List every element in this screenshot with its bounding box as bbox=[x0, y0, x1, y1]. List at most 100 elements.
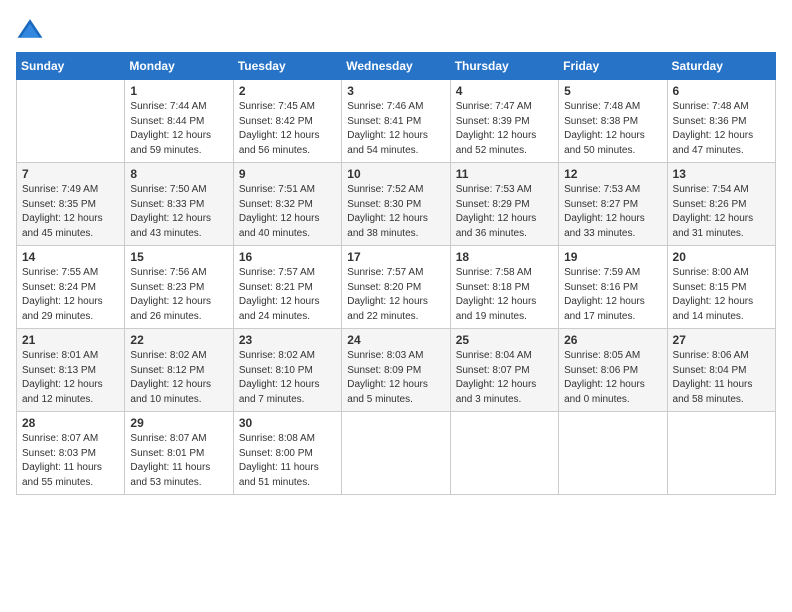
day-number: 21 bbox=[22, 333, 119, 347]
day-info: Sunrise: 8:08 AMSunset: 8:00 PMDaylight:… bbox=[239, 432, 336, 490]
day-info: Sunrise: 7:56 AMSunset: 8:23 PMDaylight:… bbox=[130, 266, 227, 324]
calendar-week-row: 7 Sunrise: 7:49 AMSunset: 8:35 PMDaylight… bbox=[17, 163, 776, 246]
day-number: 9 bbox=[239, 167, 336, 181]
calendar-header-row: SundayMondayTuesdayWednesdayThursdayFrid… bbox=[17, 53, 776, 80]
calendar-cell: 21Sunrise: 8:01 AMSunset: 8:13 PMDayligh… bbox=[17, 329, 125, 412]
calendar-cell bbox=[559, 412, 667, 495]
header-thursday: Thursday bbox=[450, 53, 558, 80]
day-info: Sunrise: 7:53 AMSunset: 8:29 PMDaylight:… bbox=[456, 183, 553, 241]
day-info: Sunrise: 7:45 AMSunset: 8:42 PMDaylight:… bbox=[239, 100, 336, 158]
day-number: 4 bbox=[456, 84, 553, 98]
calendar-week-row: 21Sunrise: 8:01 AMSunset: 8:13 PMDayligh… bbox=[17, 329, 776, 412]
calendar-cell: 27 Sunrise: 8:06 AMSunset: 8:04 PMDayligh… bbox=[667, 329, 775, 412]
day-info: Sunrise: 7:44 AMSunset: 8:44 PMDaylight:… bbox=[130, 100, 227, 158]
day-number: 12 bbox=[564, 167, 661, 181]
calendar-cell bbox=[342, 412, 450, 495]
day-number: 7 bbox=[22, 167, 119, 181]
day-number: 11 bbox=[456, 167, 553, 181]
day-info: Sunrise: 7:46 AMSunset: 8:41 PMDaylight:… bbox=[347, 100, 444, 158]
calendar-cell: 7 Sunrise: 7:49 AMSunset: 8:35 PMDaylight… bbox=[17, 163, 125, 246]
calendar-table: SundayMondayTuesdayWednesdayThursdayFrid… bbox=[16, 52, 776, 495]
header-wednesday: Wednesday bbox=[342, 53, 450, 80]
calendar-cell: 12 Sunrise: 7:53 AMSunset: 8:27 PMDayligh… bbox=[559, 163, 667, 246]
calendar-cell: 4 Sunrise: 7:47 AMSunset: 8:39 PMDaylight… bbox=[450, 80, 558, 163]
calendar-cell: 5Sunrise: 7:48 AMSunset: 8:38 PMDaylight… bbox=[559, 80, 667, 163]
day-info: Sunrise: 8:03 AMSunset: 8:09 PMDaylight:… bbox=[347, 349, 444, 407]
day-info: Sunrise: 7:49 AMSunset: 8:35 PMDaylight:… bbox=[22, 183, 119, 241]
day-info: Sunrise: 8:07 AMSunset: 8:01 PMDaylight:… bbox=[130, 432, 227, 490]
day-info: Sunrise: 7:52 AMSunset: 8:30 PMDaylight:… bbox=[347, 183, 444, 241]
day-number: 30 bbox=[239, 416, 336, 430]
calendar-cell: 26 Sunrise: 8:05 AMSunset: 8:06 PMDayligh… bbox=[559, 329, 667, 412]
calendar-cell: 30 Sunrise: 8:08 AMSunset: 8:00 PMDayligh… bbox=[233, 412, 341, 495]
calendar-cell: 23 Sunrise: 8:02 AMSunset: 8:10 PMDayligh… bbox=[233, 329, 341, 412]
day-number: 16 bbox=[239, 250, 336, 264]
day-number: 13 bbox=[673, 167, 770, 181]
day-info: Sunrise: 7:53 AMSunset: 8:27 PMDaylight:… bbox=[564, 183, 661, 241]
day-number: 8 bbox=[130, 167, 227, 181]
calendar-cell: 17Sunrise: 7:57 AMSunset: 8:20 PMDayligh… bbox=[342, 246, 450, 329]
day-info: Sunrise: 8:02 AMSunset: 8:12 PMDaylight:… bbox=[130, 349, 227, 407]
calendar-cell: 25 Sunrise: 8:04 AMSunset: 8:07 PMDayligh… bbox=[450, 329, 558, 412]
calendar-cell: 14 Sunrise: 7:55 AMSunset: 8:24 PMDayligh… bbox=[17, 246, 125, 329]
day-info: Sunrise: 7:48 AMSunset: 8:36 PMDaylight:… bbox=[673, 100, 770, 158]
calendar-cell: 1Sunrise: 7:44 AMSunset: 8:44 PMDaylight… bbox=[125, 80, 233, 163]
day-info: Sunrise: 8:06 AMSunset: 8:04 PMDaylight:… bbox=[673, 349, 770, 407]
day-info: Sunrise: 8:04 AMSunset: 8:07 PMDaylight:… bbox=[456, 349, 553, 407]
day-info: Sunrise: 8:07 AMSunset: 8:03 PMDaylight:… bbox=[22, 432, 119, 490]
day-number: 22 bbox=[130, 333, 227, 347]
day-number: 24 bbox=[347, 333, 444, 347]
day-number: 14 bbox=[22, 250, 119, 264]
day-info: Sunrise: 7:59 AMSunset: 8:16 PMDaylight:… bbox=[564, 266, 661, 324]
day-number: 15 bbox=[130, 250, 227, 264]
calendar-week-row: 14 Sunrise: 7:55 AMSunset: 8:24 PMDayligh… bbox=[17, 246, 776, 329]
calendar-cell bbox=[450, 412, 558, 495]
calendar-cell: 28 Sunrise: 8:07 AMSunset: 8:03 PMDayligh… bbox=[17, 412, 125, 495]
day-number: 28 bbox=[22, 416, 119, 430]
calendar-cell: 13Sunrise: 7:54 AMSunset: 8:26 PMDayligh… bbox=[667, 163, 775, 246]
logo bbox=[16, 16, 48, 44]
day-info: Sunrise: 8:02 AMSunset: 8:10 PMDaylight:… bbox=[239, 349, 336, 407]
header-friday: Friday bbox=[559, 53, 667, 80]
day-number: 20 bbox=[673, 250, 770, 264]
day-info: Sunrise: 7:57 AMSunset: 8:21 PMDaylight:… bbox=[239, 266, 336, 324]
page-header bbox=[16, 16, 776, 44]
calendar-cell: 19Sunrise: 7:59 AMSunset: 8:16 PMDayligh… bbox=[559, 246, 667, 329]
logo-icon bbox=[16, 16, 44, 44]
calendar-cell: 15 Sunrise: 7:56 AMSunset: 8:23 PMDayligh… bbox=[125, 246, 233, 329]
day-number: 27 bbox=[673, 333, 770, 347]
calendar-cell: 24 Sunrise: 8:03 AMSunset: 8:09 PMDayligh… bbox=[342, 329, 450, 412]
day-number: 29 bbox=[130, 416, 227, 430]
calendar-cell: 11 Sunrise: 7:53 AMSunset: 8:29 PMDayligh… bbox=[450, 163, 558, 246]
calendar-cell: 29 Sunrise: 8:07 AMSunset: 8:01 PMDayligh… bbox=[125, 412, 233, 495]
day-number: 5 bbox=[564, 84, 661, 98]
calendar-cell: 18Sunrise: 7:58 AMSunset: 8:18 PMDayligh… bbox=[450, 246, 558, 329]
calendar-cell: 9 Sunrise: 7:51 AMSunset: 8:32 PMDaylight… bbox=[233, 163, 341, 246]
day-number: 25 bbox=[456, 333, 553, 347]
calendar-cell bbox=[667, 412, 775, 495]
day-info: Sunrise: 7:47 AMSunset: 8:39 PMDaylight:… bbox=[456, 100, 553, 158]
calendar-week-row: 1Sunrise: 7:44 AMSunset: 8:44 PMDaylight… bbox=[17, 80, 776, 163]
header-sunday: Sunday bbox=[17, 53, 125, 80]
calendar-cell: 3 Sunrise: 7:46 AMSunset: 8:41 PMDaylight… bbox=[342, 80, 450, 163]
day-number: 23 bbox=[239, 333, 336, 347]
day-info: Sunrise: 7:55 AMSunset: 8:24 PMDaylight:… bbox=[22, 266, 119, 324]
day-number: 18 bbox=[456, 250, 553, 264]
day-number: 3 bbox=[347, 84, 444, 98]
day-info: Sunrise: 7:50 AMSunset: 8:33 PMDaylight:… bbox=[130, 183, 227, 241]
day-info: Sunrise: 8:00 AMSunset: 8:15 PMDaylight:… bbox=[673, 266, 770, 324]
calendar-cell bbox=[17, 80, 125, 163]
calendar-cell: 16 Sunrise: 7:57 AMSunset: 8:21 PMDayligh… bbox=[233, 246, 341, 329]
day-number: 17 bbox=[347, 250, 444, 264]
day-number: 26 bbox=[564, 333, 661, 347]
calendar-cell: 8 Sunrise: 7:50 AMSunset: 8:33 PMDaylight… bbox=[125, 163, 233, 246]
header-tuesday: Tuesday bbox=[233, 53, 341, 80]
calendar-cell: 6Sunrise: 7:48 AMSunset: 8:36 PMDaylight… bbox=[667, 80, 775, 163]
day-info: Sunrise: 7:51 AMSunset: 8:32 PMDaylight:… bbox=[239, 183, 336, 241]
calendar-cell: 10Sunrise: 7:52 AMSunset: 8:30 PMDayligh… bbox=[342, 163, 450, 246]
day-info: Sunrise: 8:05 AMSunset: 8:06 PMDaylight:… bbox=[564, 349, 661, 407]
day-number: 2 bbox=[239, 84, 336, 98]
header-monday: Monday bbox=[125, 53, 233, 80]
calendar-cell: 20 Sunrise: 8:00 AMSunset: 8:15 PMDayligh… bbox=[667, 246, 775, 329]
calendar-cell: 2 Sunrise: 7:45 AMSunset: 8:42 PMDaylight… bbox=[233, 80, 341, 163]
